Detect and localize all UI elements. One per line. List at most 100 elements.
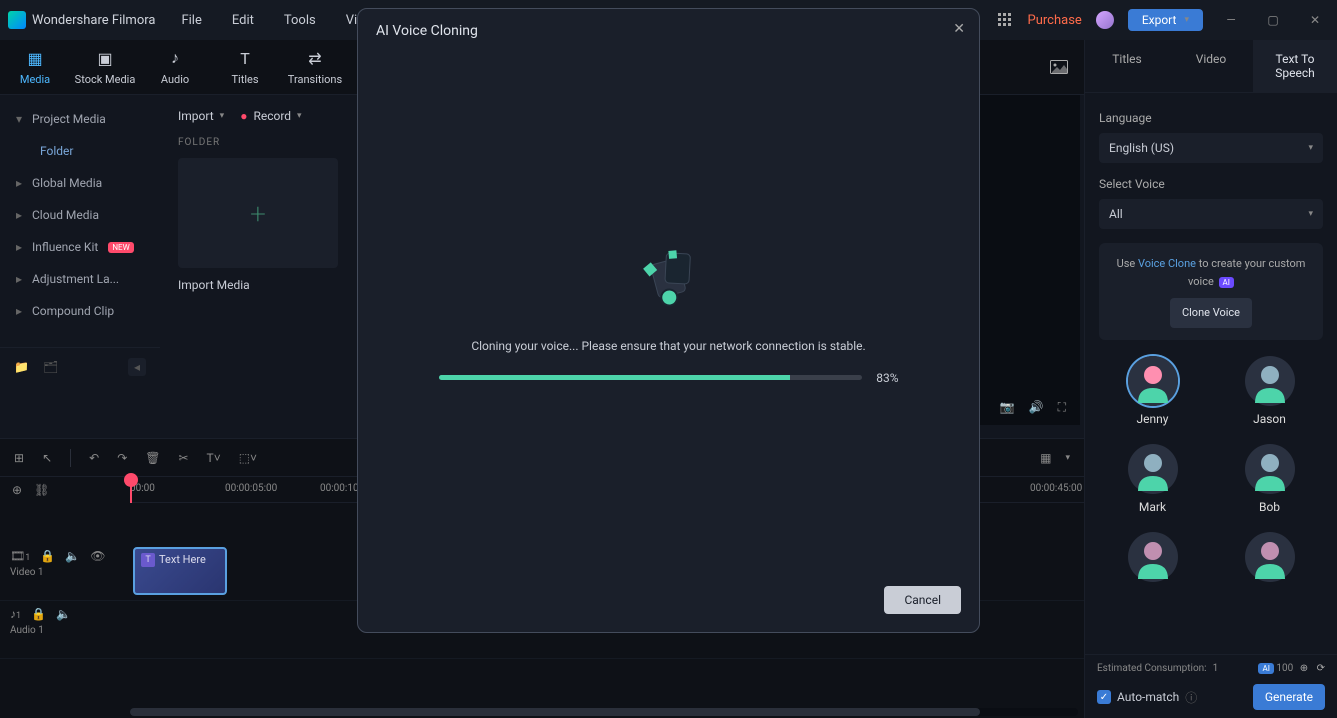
export-button[interactable]: Export ▾ [1128,9,1203,31]
scrollbar-thumb[interactable] [130,708,980,716]
collapse-sidebar-icon[interactable]: ◂ [128,358,146,376]
voice-option[interactable]: Bob [1216,444,1323,514]
timeline-scrollbar[interactable] [130,708,1078,716]
tab-titles-prop[interactable]: Titles [1085,40,1169,92]
add-track-icon[interactable]: ⊕ [12,483,22,497]
menu-bar: File Edit Tools View [181,13,373,28]
user-avatar-icon[interactable] [1096,11,1114,29]
progress-percent: 83% [876,371,898,385]
sidebar-item-adjustment-layer[interactable]: ▸Adjustment La... [0,263,160,295]
record-dot-icon: ● [240,109,247,123]
sidebar-item-compound-clip[interactable]: ▸Compound Clip [0,295,160,327]
modal-close-button[interactable]: ✕ [953,21,965,37]
voice-option[interactable] [1216,532,1323,588]
auto-match-toggle[interactable]: ✓ Auto-match ⓘ [1097,689,1197,706]
checkbox-checked-icon: ✓ [1097,690,1111,704]
modal-message: Cloning your voice... Please ensure that… [471,339,865,353]
transitions-icon: ⇄ [280,49,350,68]
film-icon[interactable]: 🎞1 [10,549,30,563]
help-icon[interactable]: ⓘ [1185,689,1197,706]
sidebar-item-global-media[interactable]: ▸Global Media [0,167,160,199]
tab-transitions[interactable]: ⇄ Transitions [280,41,350,94]
import-button[interactable]: Import ▾ [178,109,224,123]
cloning-graphic-icon [629,241,709,321]
caret-icon: ▾ [16,112,26,126]
voice-filter-select[interactable]: All ▾ [1099,199,1323,229]
ruler-tick: 00:00:45:00 [1030,483,1082,494]
chevron-down-icon: ▾ [1308,143,1313,153]
generate-button[interactable]: Generate [1253,684,1325,710]
chevron-down-icon: ▾ [1184,15,1189,25]
track-label: Audio 1 [10,625,120,636]
music-icon[interactable]: ♪1 [10,607,21,621]
language-label: Language [1099,111,1323,125]
apps-grid-icon[interactable] [996,11,1014,29]
volume-icon[interactable]: 🔊 [1029,400,1044,415]
voice-option[interactable]: Mark [1099,444,1206,514]
voice-option[interactable]: Jason [1216,356,1323,426]
maximize-button[interactable]: ▢ [1259,6,1287,34]
refresh-icon[interactable]: ⟳ [1317,663,1325,674]
tab-text-to-speech[interactable]: Text To Speech [1253,40,1337,92]
tab-titles[interactable]: T Titles [210,41,280,94]
caret-icon: ▸ [16,208,26,222]
bin-icon[interactable]: 🗂 [43,360,58,374]
voice-name: Mark [1099,500,1206,514]
menu-file[interactable]: File [181,13,201,28]
lock-icon[interactable]: 🔒 [31,607,46,621]
picture-icon[interactable] [1050,58,1068,76]
fullscreen-icon[interactable]: ⛶ [1058,400,1066,415]
caret-icon: ▸ [16,240,26,254]
snapshot-icon[interactable]: 📷 [1000,400,1015,415]
pointer-icon[interactable]: ↖ [42,451,52,465]
close-button[interactable]: ✕ [1301,6,1329,34]
tab-stock-media[interactable]: ▣ Stock Media [70,41,140,94]
sidebar-item-influence-kit[interactable]: ▸Influence KitNEW [0,231,160,263]
sidebar-item-project-media[interactable]: ▾Project Media [0,103,160,135]
menu-tools[interactable]: Tools [284,13,316,28]
timeline-left-controls: ⊕ ⛓ [0,477,130,503]
sidebar-item-cloud-media[interactable]: ▸Cloud Media [0,199,160,231]
text-tool-icon[interactable]: T˅ [207,451,221,465]
split-icon[interactable]: ✂ [178,451,188,465]
voice-name: Jason [1216,412,1323,426]
caret-icon: ▸ [16,176,26,190]
minimize-button[interactable]: — [1217,6,1245,34]
playhead[interactable] [130,477,132,503]
crop-icon[interactable]: ⬚˅ [239,451,257,465]
tab-audio[interactable]: ♪ Audio [140,40,210,94]
clone-voice-button[interactable]: Clone Voice [1170,298,1252,328]
delete-icon[interactable]: 🗑 [145,451,160,465]
eye-icon[interactable]: 👁 [90,549,105,563]
plus-icon: + [250,197,266,230]
add-credits-icon[interactable]: ⊕ [1300,663,1308,674]
redo-icon[interactable]: ↷ [117,451,127,465]
track-manager-icon[interactable]: ⊞ [14,451,24,465]
voice-clone-hint: Use Voice Clone to create your custom vo… [1099,243,1323,340]
cancel-button[interactable]: Cancel [884,586,961,614]
menu-edit[interactable]: Edit [232,13,254,28]
language-select[interactable]: English (US) ▾ [1099,133,1323,163]
voice-option[interactable]: Jenny [1099,356,1206,426]
title-clip[interactable]: T Text Here [133,547,227,595]
link-icon[interactable]: ⛓ [34,483,49,497]
sidebar-item-folder[interactable]: Folder [0,135,160,167]
lock-icon[interactable]: 🔒 [40,549,55,563]
tab-media[interactable]: ▦ Media [0,41,70,94]
import-media-tile[interactable]: + [178,158,338,268]
grid-view-icon[interactable]: ▦ [1040,451,1051,465]
tab-video-prop[interactable]: Video [1169,40,1253,92]
record-button[interactable]: ● Record ▾ [240,109,301,123]
chevron-down-icon: ▾ [1308,209,1313,219]
stock-icon: ▣ [70,49,140,68]
mute-icon[interactable]: 🔈 [56,607,71,621]
sidebar-bottom: 📁 🗂 ◂ [0,347,160,386]
undo-icon[interactable]: ↶ [89,451,99,465]
voice-clone-link[interactable]: Voice Clone [1138,257,1196,270]
mute-icon[interactable]: 🔈 [65,549,80,563]
new-folder-icon[interactable]: 📁 [14,360,29,374]
voice-avatar-icon [1245,356,1295,406]
voice-option[interactable] [1099,532,1206,588]
purchase-link[interactable]: Purchase [1028,13,1082,28]
voice-avatar-icon [1128,444,1178,494]
